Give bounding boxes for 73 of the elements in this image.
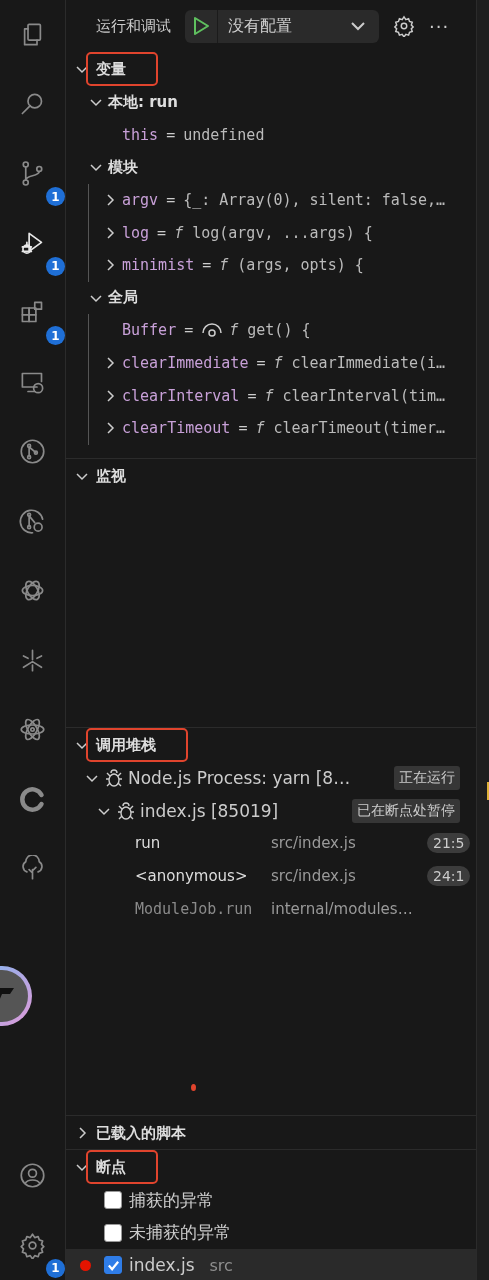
breakpoint-label: 未捕获的异常 xyxy=(129,1221,231,1245)
frame-name[interactable]: run xyxy=(135,834,271,853)
ring-icon[interactable] xyxy=(19,785,46,813)
checkbox[interactable] xyxy=(104,1223,122,1242)
scope-label[interactable]: 全局 xyxy=(108,288,138,308)
section-title[interactable]: 已载入的脚本 xyxy=(96,1124,186,1142)
more-button[interactable]: ··· xyxy=(429,15,450,37)
annotation-dot xyxy=(191,1084,196,1091)
position-badge: 24:1 xyxy=(427,866,471,887)
frame-name[interactable]: <anonymous> xyxy=(135,867,271,886)
equals-sign: = xyxy=(184,321,194,340)
variable-value: f (args, opts) { xyxy=(219,256,364,275)
equals-sign: = xyxy=(157,223,167,242)
play-icon xyxy=(192,16,210,36)
bug-icon xyxy=(116,800,136,821)
variable-name[interactable]: clearTimeout xyxy=(122,419,231,438)
variable-name[interactable]: log xyxy=(122,223,150,242)
frame-name[interactable]: ModuleJob.run xyxy=(135,899,271,918)
variable-name[interactable]: clearInterval xyxy=(122,386,240,405)
count-badge: 1 xyxy=(46,326,65,345)
variable-value: f clearImmediate(i… xyxy=(273,354,446,373)
count-badge: 1 xyxy=(46,187,65,206)
breakpoint-row[interactable]: 捕获的异常 xyxy=(66,1184,476,1217)
count-badge: 1 xyxy=(46,256,65,276)
section-title[interactable]: 调用堆栈 xyxy=(96,736,156,754)
section-title[interactable]: 断点 xyxy=(96,1158,126,1176)
breakpoint-path: src xyxy=(209,1256,233,1275)
checkbox[interactable] xyxy=(104,1256,122,1275)
settings-icon[interactable] xyxy=(393,15,415,37)
variable-name[interactable]: argv xyxy=(122,191,159,210)
position-badge: 21:5 xyxy=(427,833,471,854)
variable-value: {_: Array(0), silent: false,… xyxy=(183,191,446,210)
scope-label[interactable]: 模块 xyxy=(108,158,138,177)
status-label: 已在断点处暂停 xyxy=(352,798,460,823)
breakpoint-dot xyxy=(80,1260,91,1271)
variable-value: f get() { xyxy=(229,321,311,340)
check-icon xyxy=(106,1259,120,1272)
eye-icon[interactable] xyxy=(201,323,224,338)
frame-file: internal/modules… xyxy=(271,899,414,918)
section-title[interactable]: 监视 xyxy=(96,467,126,485)
scope-label[interactable]: 本地: run xyxy=(108,92,178,112)
settings-icon[interactable] xyxy=(19,1231,46,1259)
equals-sign: = xyxy=(202,256,212,275)
equals-sign: = xyxy=(238,419,248,438)
breakpoint-label: 捕获的异常 xyxy=(129,1188,214,1212)
graph-icon[interactable] xyxy=(19,438,46,466)
frame-file: src/index.js xyxy=(271,834,357,853)
variable-name[interactable]: clearImmediate xyxy=(122,354,249,373)
account-icon[interactable] xyxy=(19,1162,46,1190)
equals-sign: = xyxy=(247,386,257,405)
frame-file: src/index.js xyxy=(271,867,357,886)
bug-icon xyxy=(104,768,124,789)
breakpoint-row[interactable]: 未捕获的异常 xyxy=(66,1216,476,1250)
breakpoint-row[interactable]: index.js src xyxy=(66,1249,476,1280)
variable-value: f clearTimeout(timer… xyxy=(255,419,446,438)
variable-name[interactable]: this xyxy=(122,125,159,144)
variable-value: f clearInterval(tim… xyxy=(264,386,446,405)
history-icon[interactable] xyxy=(19,507,46,535)
variable-value: undefined xyxy=(183,125,265,144)
breakpoint-label: index.js xyxy=(129,1255,195,1276)
equals-sign: = xyxy=(166,125,176,144)
view-title: 运行和调试 xyxy=(96,16,171,36)
count-badge: 1 xyxy=(46,1258,65,1278)
equals-sign: = xyxy=(166,191,176,210)
variable-value: f log(argv, ...args) { xyxy=(174,223,373,242)
equals-sign: = xyxy=(256,354,266,373)
variable-name[interactable]: minimist xyxy=(122,256,195,275)
section-title[interactable]: 变量 xyxy=(96,60,126,78)
status-label: 正在运行 xyxy=(394,766,460,791)
thread-label[interactable]: index.js [85019] xyxy=(140,800,279,821)
variable-name[interactable]: Buffer xyxy=(122,321,177,340)
checkbox[interactable] xyxy=(104,1191,122,1210)
process-label[interactable]: Node.js Process: yarn [8… xyxy=(128,768,351,789)
